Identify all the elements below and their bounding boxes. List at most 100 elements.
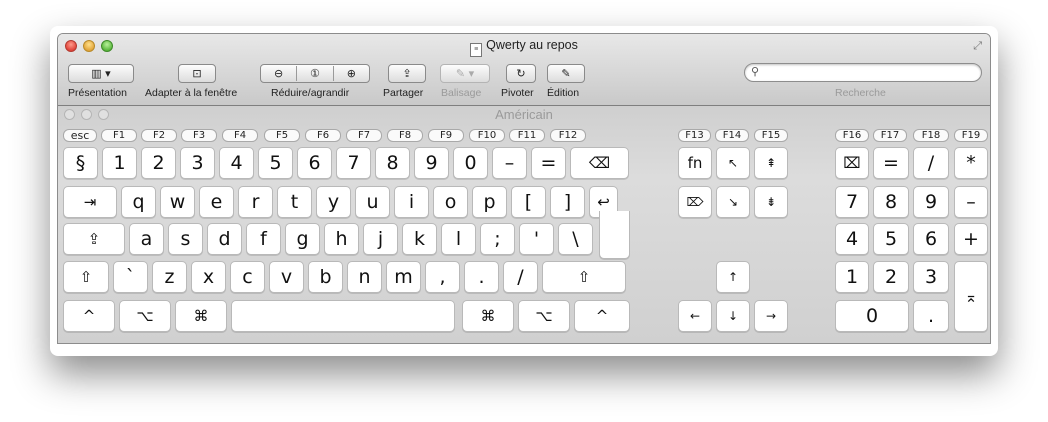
- key-row2-10[interactable]: p: [472, 186, 507, 218]
- caps-lock-key[interactable]: ⇪: [63, 223, 125, 255]
- fkey-f4[interactable]: F4: [222, 129, 258, 142]
- fkey-f7[interactable]: F7: [346, 129, 382, 142]
- fn-key[interactable]: fn: [678, 147, 712, 179]
- key-row1-12[interactable]: =: [531, 147, 566, 179]
- key-row2-7[interactable]: u: [355, 186, 390, 218]
- key-row3-6[interactable]: h: [324, 223, 359, 255]
- fkey-f19[interactable]: F19: [954, 129, 988, 142]
- right-control-key[interactable]: ^: [574, 300, 630, 332]
- key-row3-11[interactable]: ': [519, 223, 554, 255]
- key-row2-3[interactable]: e: [199, 186, 234, 218]
- actual-size-icon[interactable]: ①: [297, 67, 332, 80]
- fkey-f3[interactable]: F3: [181, 129, 217, 142]
- key-row4-8[interactable]: m: [386, 261, 421, 293]
- numpad-4-key[interactable]: 4: [835, 223, 869, 255]
- key-row2-9[interactable]: o: [433, 186, 468, 218]
- numpad-6-key[interactable]: 6: [913, 223, 949, 255]
- numpad-5-key[interactable]: 5: [873, 223, 909, 255]
- key-row3-4[interactable]: f: [246, 223, 281, 255]
- down-arrow-key[interactable]: ↓: [716, 300, 750, 332]
- delete-key[interactable]: ⌫: [570, 147, 629, 179]
- up-arrow-key[interactable]: ↑: [716, 261, 750, 293]
- key-row4-2[interactable]: z: [152, 261, 187, 293]
- clear-key[interactable]: ⌧: [835, 147, 869, 179]
- fkey-f12[interactable]: F12: [550, 129, 586, 142]
- zoom-out-icon[interactable]: ⊖: [261, 67, 296, 80]
- left-control-key[interactable]: ^: [63, 300, 115, 332]
- page-up-key[interactable]: ⇞: [754, 147, 788, 179]
- right-command-key[interactable]: ⌘: [462, 300, 514, 332]
- fkey-f5[interactable]: F5: [264, 129, 300, 142]
- key-row3-12[interactable]: \: [558, 223, 593, 255]
- tab-key[interactable]: ⇥: [63, 186, 117, 218]
- share-button[interactable]: ⇪: [388, 64, 426, 83]
- key-row3-9[interactable]: l: [441, 223, 476, 255]
- key-row1-1[interactable]: 1: [102, 147, 137, 179]
- key-row4-6[interactable]: b: [308, 261, 343, 293]
- numpad-1-key[interactable]: 1: [835, 261, 869, 293]
- key-row3-2[interactable]: s: [168, 223, 203, 255]
- page-down-key[interactable]: ⇟: [754, 186, 788, 218]
- return-key-extension[interactable]: [599, 211, 630, 259]
- fullscreen-icon[interactable]: ⤢: [973, 39, 982, 53]
- key-row1-2[interactable]: 2: [141, 147, 176, 179]
- key-row4-5[interactable]: v: [269, 261, 304, 293]
- numpad-decimal-key[interactable]: .: [913, 300, 949, 332]
- fkey-f15[interactable]: F15: [754, 129, 788, 142]
- numpad-9-key[interactable]: 9: [913, 186, 949, 218]
- fkey-f9[interactable]: F9: [428, 129, 464, 142]
- key-row4-1[interactable]: `: [113, 261, 148, 293]
- key-row1-3[interactable]: 3: [180, 147, 215, 179]
- fkey-f2[interactable]: F2: [141, 129, 177, 142]
- zoom-control[interactable]: ⊖ ① ⊕: [260, 64, 370, 83]
- end-key[interactable]: ↘: [716, 186, 750, 218]
- key-row2-6[interactable]: y: [316, 186, 351, 218]
- fkey-f16[interactable]: F16: [835, 129, 869, 142]
- right-shift-key[interactable]: ⇧: [542, 261, 626, 293]
- fkey-f11[interactable]: F11: [509, 129, 545, 142]
- key-row2-5[interactable]: t: [277, 186, 312, 218]
- key-row4-4[interactable]: c: [230, 261, 265, 293]
- adapter-button[interactable]: ⊡: [178, 64, 216, 83]
- key-row1-4[interactable]: 4: [219, 147, 254, 179]
- key-row2-12[interactable]: ]: [550, 186, 585, 218]
- key-row1-0[interactable]: §: [63, 147, 98, 179]
- left-option-key[interactable]: ⌥: [119, 300, 171, 332]
- key-row3-1[interactable]: a: [129, 223, 164, 255]
- key-row4-10[interactable]: .: [464, 261, 499, 293]
- key-row3-5[interactable]: g: [285, 223, 320, 255]
- key-row2-2[interactable]: w: [160, 186, 195, 218]
- numpad-enter-key[interactable]: ⌅: [954, 261, 988, 332]
- key-row1-11[interactable]: –: [492, 147, 527, 179]
- key-row1-6[interactable]: 6: [297, 147, 332, 179]
- numpad-minus-key[interactable]: –: [954, 186, 988, 218]
- zoom-in-icon[interactable]: ⊕: [334, 67, 369, 80]
- fkey-f18[interactable]: F18: [913, 129, 949, 142]
- key-row3-10[interactable]: ;: [480, 223, 515, 255]
- search-field[interactable]: ⚲: [744, 63, 982, 82]
- key-row1-10[interactable]: 0: [453, 147, 488, 179]
- key-row1-9[interactable]: 9: [414, 147, 449, 179]
- key-row1-5[interactable]: 5: [258, 147, 293, 179]
- fkey-f14[interactable]: F14: [715, 129, 749, 142]
- forward-delete-key[interactable]: ⌦: [678, 186, 712, 218]
- key-row2-4[interactable]: r: [238, 186, 273, 218]
- key-row4-3[interactable]: x: [191, 261, 226, 293]
- space-bar[interactable]: [231, 300, 455, 332]
- pivot-button[interactable]: ↻: [506, 64, 536, 83]
- numpad-plus-key[interactable]: +: [954, 223, 988, 255]
- key-row4-11[interactable]: /: [503, 261, 538, 293]
- fkey-f1[interactable]: F1: [101, 129, 137, 142]
- numpad-2-key[interactable]: 2: [873, 261, 909, 293]
- left-arrow-key[interactable]: ←: [678, 300, 712, 332]
- key-row2-1[interactable]: q: [121, 186, 156, 218]
- key-row3-3[interactable]: d: [207, 223, 242, 255]
- key-row3-7[interactable]: j: [363, 223, 398, 255]
- presentation-button[interactable]: ▥ ▾: [68, 64, 134, 83]
- fkey-f10[interactable]: F10: [469, 129, 505, 142]
- fkey-esc[interactable]: esc: [63, 129, 97, 142]
- fkey-f8[interactable]: F8: [387, 129, 423, 142]
- numpad-equals-key[interactable]: =: [873, 147, 909, 179]
- key-row2-8[interactable]: i: [394, 186, 429, 218]
- key-row2-11[interactable]: [: [511, 186, 546, 218]
